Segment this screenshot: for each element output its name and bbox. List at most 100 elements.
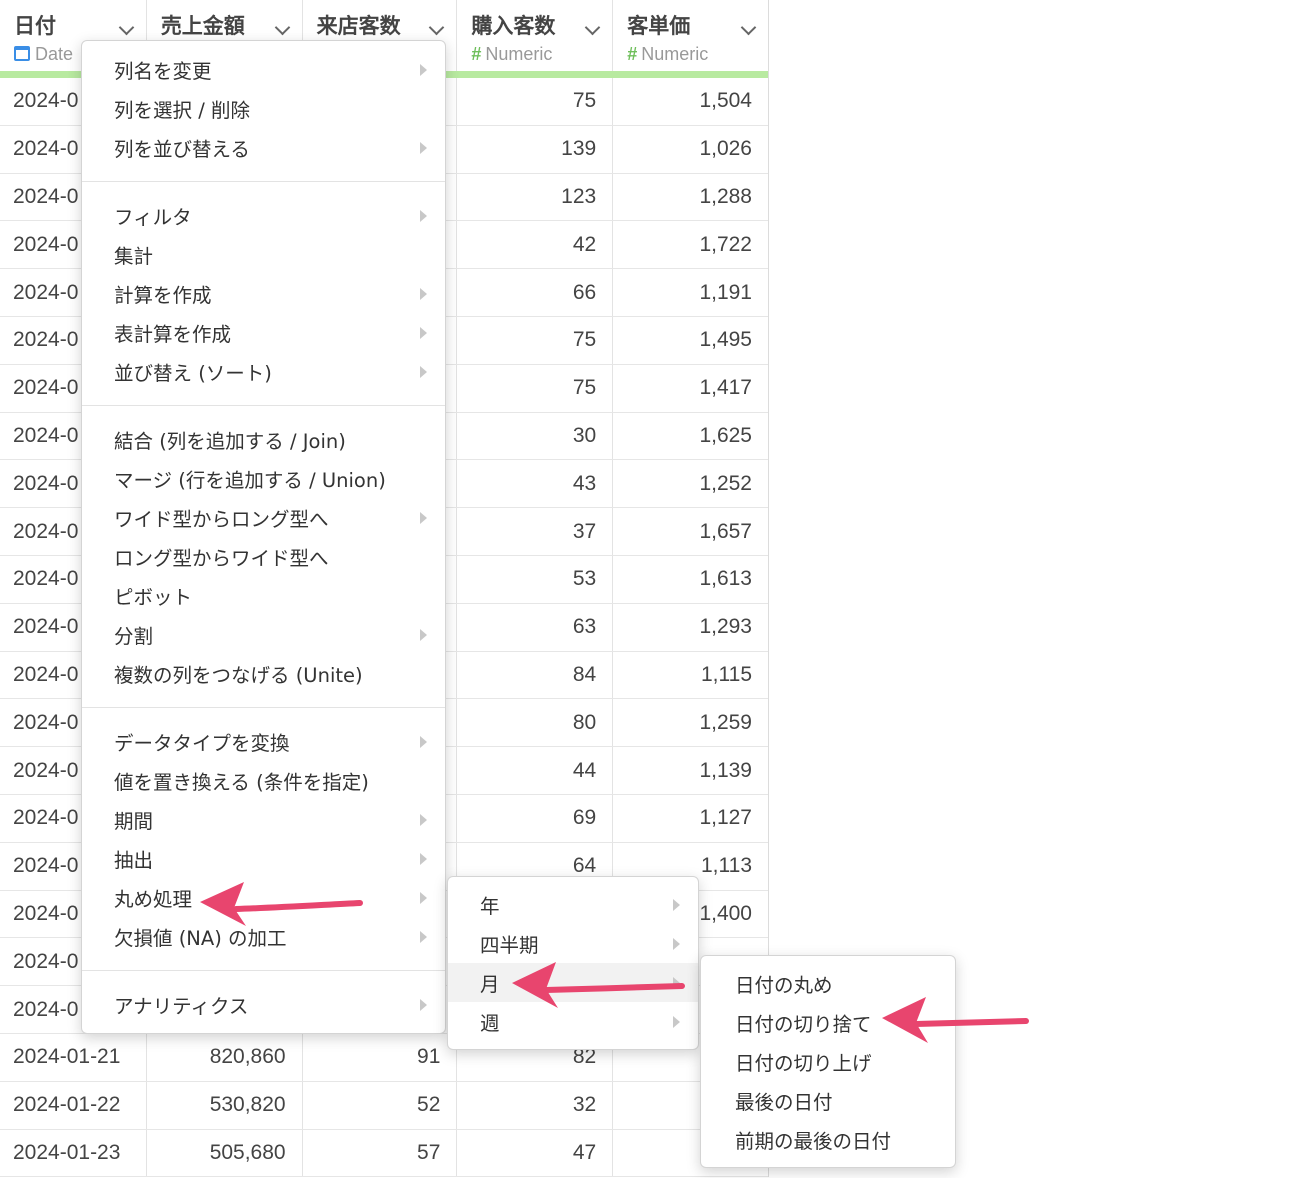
table-cell[interactable]: 1,495 [613,317,768,364]
menu-item[interactable]: ピボット [82,576,445,615]
chevron-right-icon [420,512,427,524]
table-cell[interactable]: 42 [457,221,614,269]
table-cell[interactable]: 1,259 [613,699,768,746]
table-cell[interactable]: 1,127 [613,795,768,842]
menu-item[interactable]: 集計 [82,235,445,274]
table-cell[interactable]: 69 [457,794,614,842]
table-cell[interactable]: 1,115 [613,652,768,699]
submenu-item[interactable]: 最後の日付 [701,1081,955,1120]
submenu-item[interactable]: 日付の切り上げ [701,1042,955,1081]
column-header-avg-spend[interactable]: 客単価 # Numeric [613,0,768,77]
table-cell[interactable]: 63 [457,603,614,651]
table-cell[interactable]: 123 [457,173,614,221]
menu-item-label: 列を選択 / 削除 [114,99,250,122]
column-type-label: Numeric [641,44,709,64]
table-cell[interactable]: 84 [457,651,614,699]
submenu-item[interactable]: 月 [448,963,698,1002]
chevron-right-icon [673,977,680,989]
chevron-right-icon [673,899,680,911]
menu-item[interactable]: 並び替え (ソート) [82,352,445,391]
table-cell[interactable]: 1,657 [613,508,768,555]
table-cell[interactable]: 820,860 [147,1033,303,1081]
table-cell[interactable]: 1,613 [613,556,768,603]
menu-item[interactable]: 表計算を作成 [82,313,445,352]
table-cell[interactable]: 1,191 [613,269,768,316]
menu-item[interactable]: 列を選択 / 削除 [82,89,445,128]
column-context-menu: 列名を変更列を選択 / 削除 列を並び替えるフィルタ 集計 計算を作成表計算を作成並び… [81,40,446,1034]
menu-item[interactable]: ロング型からワイド型へ [82,537,445,576]
menu-item[interactable]: 列名を変更 [82,50,445,89]
menu-separator [82,970,445,971]
table-cell[interactable]: 1,625 [613,413,768,460]
menu-item[interactable]: マージ (行を追加する / Union) [82,459,445,498]
chevron-right-icon [420,142,427,154]
submenu-item[interactable]: 週 [448,1002,698,1041]
menu-item[interactable]: 分割 [82,615,445,654]
table-cell[interactable]: 505,680 [147,1129,303,1177]
table-cell[interactable]: 37 [457,508,614,555]
chevron-right-icon [420,814,427,826]
table-cell[interactable]: 139 [457,125,614,173]
table-cell[interactable]: 1,252 [613,460,768,507]
submenu-item[interactable]: 年 [448,885,698,924]
column-name: 客単価 [627,14,691,38]
table-row[interactable]: 2024-01-22 530,820 52 32 [0,1081,768,1130]
table-cell[interactable]: 32 [457,1081,614,1129]
table-cell[interactable]: 47 [457,1129,614,1177]
table-cell[interactable]: 1,722 [613,221,768,268]
table-cell[interactable]: 2024-01-23 [0,1129,147,1177]
table-cell[interactable]: 1,293 [613,604,768,651]
menu-item[interactable]: データタイプを変換 [82,722,445,761]
menu-item[interactable]: 列を並び替える [82,128,445,167]
table-cell[interactable]: 2024-01-21 [0,1033,147,1081]
table-cell[interactable]: 1,026 [613,126,768,173]
column-type: # Numeric [627,44,708,65]
menu-item[interactable]: 複数の列をつなげる (Unite) [82,654,445,693]
table-cell[interactable]: 80 [457,699,614,747]
menu-item[interactable]: アナリティクス [82,985,445,1024]
table-cell[interactable]: 52 [303,1081,458,1129]
table-cell[interactable]: 1,139 [613,747,768,794]
menu-item-label: 表計算を作成 [114,323,232,346]
menu-item[interactable]: 計算を作成 [82,274,445,313]
menu-item[interactable]: 欠損値 (NA) の加工 [82,917,445,956]
menu-item[interactable]: 値を置き換える (条件を指定) [82,761,445,800]
table-cell[interactable]: 53 [457,555,614,603]
table-cell[interactable]: 530,820 [147,1081,303,1129]
menu-item-label: 列を並び替える [114,138,250,161]
table-cell[interactable]: 43 [457,460,614,508]
column-header-buyers[interactable]: 購入客数 # Numeric [457,0,614,77]
table-cell[interactable]: 91 [303,1033,458,1081]
menu-item[interactable]: 結合 (列を追加する / Join) [82,420,445,459]
table-cell[interactable]: 1,504 [613,78,768,125]
table-cell[interactable]: 66 [457,269,614,316]
table-cell[interactable]: 75 [457,78,614,125]
submenu-item[interactable]: 前期の最後の日付 [701,1120,955,1159]
menu-item-label: ワイド型からロング型へ [114,508,329,531]
table-cell[interactable]: 75 [457,316,614,364]
submenu-item[interactable]: 日付の丸め [701,964,955,1003]
table-cell[interactable]: 1,288 [613,174,768,221]
table-cell[interactable]: 57 [303,1129,458,1177]
submenu-item[interactable]: 四半期 [448,924,698,963]
menu-item-label: 日付の丸め [735,974,833,997]
menu-item[interactable]: ワイド型からロング型へ [82,498,445,537]
table-cell[interactable]: 30 [457,412,614,460]
menu-item[interactable]: 抽出 [82,839,445,878]
table-cell[interactable]: 1,417 [613,365,768,412]
menu-item-label: マージ (行を追加する / Union) [114,469,386,492]
chevron-right-icon [420,736,427,748]
column-type-label: Date [35,44,74,64]
column-type-label: Numeric [485,44,553,64]
table-row[interactable]: 2024-01-23 505,680 57 47 [0,1129,768,1178]
table-cell[interactable]: 75 [457,364,614,412]
chevron-right-icon [420,327,427,339]
menu-item[interactable]: フィルタ [82,196,445,235]
table-cell[interactable]: 44 [457,747,614,794]
menu-item[interactable]: 丸め処理 [82,878,445,917]
table-cell[interactable]: 2024-01-22 [0,1081,147,1129]
menu-item[interactable]: 期間 [82,800,445,839]
submenu-item[interactable]: 日付の切り捨て [701,1003,955,1042]
chevron-right-icon [420,892,427,904]
menu-item-label: 列名を変更 [114,60,212,83]
